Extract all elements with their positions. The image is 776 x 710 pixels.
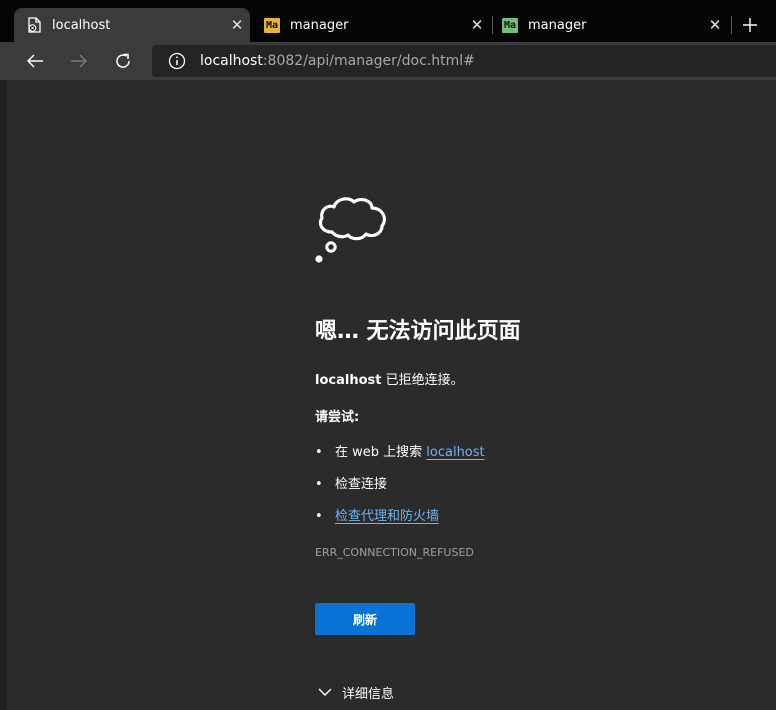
bullet-icon: • (315, 445, 323, 460)
error-host: localhost (315, 373, 382, 388)
ma-badge: Ma (264, 17, 280, 33)
new-tab-button[interactable] (738, 13, 762, 37)
page-title: 嗯… 无法访问此页面 (315, 319, 521, 344)
error-message-text: 已拒绝连接。 (381, 373, 464, 388)
tab-title: manager (290, 17, 349, 33)
tab-title: manager (528, 17, 587, 33)
manager-favicon-icon: Ma (502, 17, 518, 33)
suggestion-check-connection: • 检查连接 (315, 473, 387, 492)
left-panel-edge (0, 80, 7, 710)
toolbar: localhost:8082/api/manager/doc.html# (0, 42, 776, 80)
bullet-icon: • (315, 477, 323, 492)
arrow-right-icon (71, 54, 88, 68)
close-tab-icon[interactable]: ✕ (468, 16, 486, 34)
tab-manager-1[interactable]: Ma manager ✕ (252, 8, 490, 42)
tab-separator (731, 16, 732, 34)
suggestion-proxy: • 检查代理和防火墙 (315, 505, 439, 524)
url-text: localhost:8082/api/manager/doc.html# (200, 53, 475, 69)
back-button[interactable] (21, 48, 49, 74)
tab-title: localhost (52, 17, 111, 33)
tab-strip: localhost ✕ Ma manager ✕ Ma manager ✕ (0, 0, 776, 42)
suggestion-check-text: 检查连接 (335, 477, 388, 492)
reload-button[interactable] (109, 48, 137, 74)
details-label: 详细信息 (342, 687, 395, 702)
chevron-down-icon (318, 688, 332, 696)
arrow-left-icon (26, 54, 43, 68)
info-icon[interactable] (168, 52, 186, 70)
error-message: localhost 已拒绝连接。 (315, 369, 464, 388)
tab-manager-2[interactable]: Ma manager ✕ (490, 8, 728, 42)
details-toggle[interactable]: 详细信息 (318, 683, 394, 702)
bullet-icon: • (315, 509, 323, 524)
refresh-button[interactable]: 刷新 (315, 603, 415, 635)
check-proxy-firewall-link[interactable]: 检查代理和防火墙 (335, 509, 439, 524)
close-tab-icon[interactable]: ✕ (228, 16, 246, 34)
tab-localhost[interactable]: localhost ✕ (14, 8, 250, 42)
url-path: :8082/api/manager/doc.html# (262, 53, 475, 69)
ma-badge: Ma (502, 17, 518, 33)
url-host: localhost (200, 53, 263, 69)
forward-button[interactable] (65, 48, 93, 74)
reload-icon (116, 53, 130, 68)
error-code: ERR_CONNECTION_REFUSED (315, 546, 474, 559)
search-localhost-link[interactable]: localhost (426, 445, 484, 460)
error-page-icon (26, 17, 42, 33)
manager-favicon-icon: Ma (264, 17, 280, 33)
try-label: 请尝试: (315, 410, 360, 425)
plus-icon (743, 18, 757, 32)
suggestion-search: • 在 web 上搜索 localhost (315, 441, 485, 460)
suggestion-search-text: 在 web 上搜索 (335, 445, 427, 460)
address-bar[interactable]: localhost:8082/api/manager/doc.html# (152, 45, 776, 77)
thought-cloud-icon (315, 197, 386, 263)
close-tab-icon[interactable]: ✕ (706, 16, 724, 34)
